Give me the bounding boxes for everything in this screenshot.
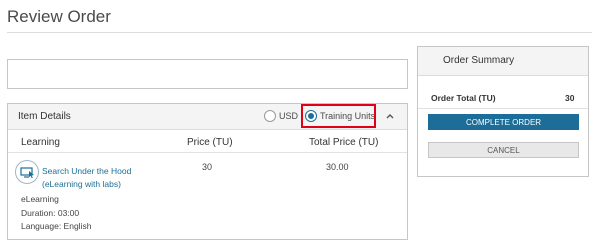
complete-order-button[interactable]: COMPLETE ORDER bbox=[428, 114, 579, 130]
chevron-up-icon[interactable] bbox=[384, 109, 396, 121]
order-total-value: 30 bbox=[565, 93, 575, 103]
column-header-learning: Learning bbox=[21, 137, 60, 148]
course-language: Language: English bbox=[21, 221, 92, 231]
item-total-price: 30.00 bbox=[326, 162, 349, 172]
course-type: eLearning bbox=[21, 194, 59, 204]
order-total-label: Order Total (TU) bbox=[431, 93, 496, 103]
order-summary-title: Order Summary bbox=[418, 47, 588, 76]
course-duration: Duration: 03:00 bbox=[21, 208, 80, 218]
course-subtitle-link[interactable]: (eLearning with labs) bbox=[42, 179, 121, 189]
usd-radio[interactable] bbox=[264, 110, 276, 122]
column-header-price: Price (TU) bbox=[187, 137, 233, 148]
highlight-box bbox=[301, 104, 376, 128]
item-details-panel: Item Details USD Training Units Learning… bbox=[7, 103, 408, 240]
cancel-button[interactable]: CANCEL bbox=[428, 142, 579, 158]
item-details-header: Item Details USD Training Units bbox=[8, 104, 407, 130]
review-order-page: Review Order Item Details USD Training U… bbox=[0, 0, 592, 248]
column-header-total-price: Total Price (TU) bbox=[309, 137, 379, 148]
title-divider bbox=[7, 32, 592, 33]
item-price: 30 bbox=[202, 162, 213, 172]
page-title: Review Order bbox=[7, 7, 111, 26]
item-details-title: Item Details bbox=[18, 111, 71, 122]
empty-panel bbox=[7, 59, 408, 89]
order-summary-panel: Order Summary Order Total (TU) 30 COMPLE… bbox=[417, 46, 589, 177]
header-divider bbox=[8, 152, 407, 153]
usd-radio-label[interactable]: USD bbox=[279, 111, 298, 121]
monitor-cursor-icon bbox=[15, 160, 39, 184]
summary-divider bbox=[418, 108, 588, 109]
course-title-link[interactable]: Search Under the Hood bbox=[42, 166, 131, 176]
